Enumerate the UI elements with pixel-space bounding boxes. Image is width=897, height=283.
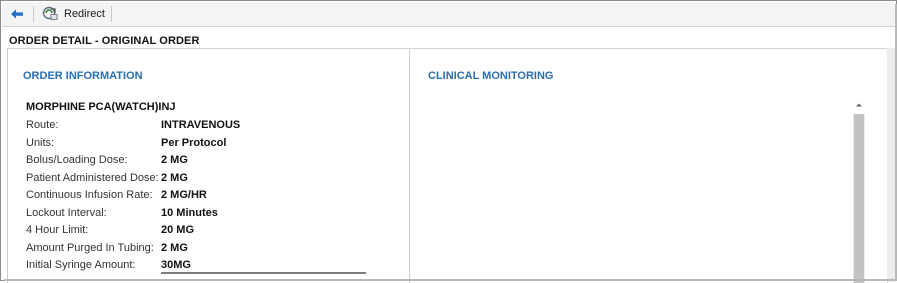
detail-row-hour-limit: 4 Hour Limit: 20 MG (26, 224, 386, 241)
order-detail-window: Redirect ORDER DETAIL - ORIGINAL ORDER O… (0, 0, 897, 283)
detail-value: 2 MG (161, 171, 188, 184)
page-title: ORDER DETAIL - ORIGINAL ORDER (9, 35, 200, 47)
detail-row-patient-dose: Patient Administered Dose: 2 MG (26, 172, 386, 189)
clinical-monitoring-heading: CLINICAL MONITORING (428, 70, 554, 82)
detail-row-units: Units: Per Protocol (26, 137, 386, 154)
detail-value: 2 MG (161, 241, 188, 254)
order-information-heading: ORDER INFORMATION (23, 70, 143, 82)
clinical-monitoring-panel: CLINICAL MONITORING (409, 48, 888, 283)
toolbar: Redirect (2, 2, 896, 27)
detail-label: Units: (26, 136, 55, 149)
order-information-panel: ORDER INFORMATION MORPHINE PCA(WATCH)INJ… (7, 48, 410, 283)
detail-label: Patient Administered Dose: (26, 171, 159, 184)
redirect-button[interactable]: Redirect (42, 5, 105, 23)
detail-value: 2 MG (161, 154, 188, 166)
value-underline (161, 272, 366, 274)
detail-value: 20 MG (161, 224, 195, 236)
detail-label: Route: (26, 119, 59, 131)
detail-row-bolus-dose: Bolus/Loading Dose: 2 MG (26, 154, 386, 171)
back-arrow-icon[interactable] (8, 6, 28, 22)
detail-label: Lockout Interval: (26, 206, 107, 219)
vertical-scrollbar[interactable] (853, 99, 865, 283)
detail-value: 10 Minutes (161, 206, 218, 219)
detail-value: 30MG (161, 259, 191, 271)
toolbar-separator (33, 6, 34, 22)
detail-row-lockout-interval: Lockout Interval: 10 Minutes (26, 207, 386, 224)
scroll-up-arrow-icon[interactable] (853, 99, 865, 111)
redirect-icon (42, 5, 58, 24)
detail-row-route: Route: INTRAVENOUS (26, 119, 386, 136)
scrollbar-thumb[interactable] (854, 114, 864, 283)
detail-row-infusion-rate: Continuous Infusion Rate: 2 MG/HR (26, 189, 386, 206)
drug-name: MORPHINE PCA(WATCH)INJ (26, 101, 176, 113)
detail-label: Initial Syringe Amount: (26, 259, 136, 271)
outer-scrollbar[interactable] (887, 48, 895, 282)
detail-row-amount-purged: Amount Purged In Tubing: 2 MG (26, 242, 386, 259)
detail-label: Continuous Infusion Rate: (26, 189, 153, 201)
detail-label: 4 Hour Limit: (26, 224, 89, 236)
detail-value: Per Protocol (161, 136, 227, 149)
redirect-label: Redirect (64, 8, 105, 20)
detail-value: INTRAVENOUS (161, 119, 241, 131)
detail-label: Bolus/Loading Dose: (26, 154, 128, 166)
detail-value: 2 MG/HR (161, 189, 207, 201)
toolbar-separator (111, 6, 112, 22)
detail-label: Amount Purged In Tubing: (26, 241, 154, 254)
